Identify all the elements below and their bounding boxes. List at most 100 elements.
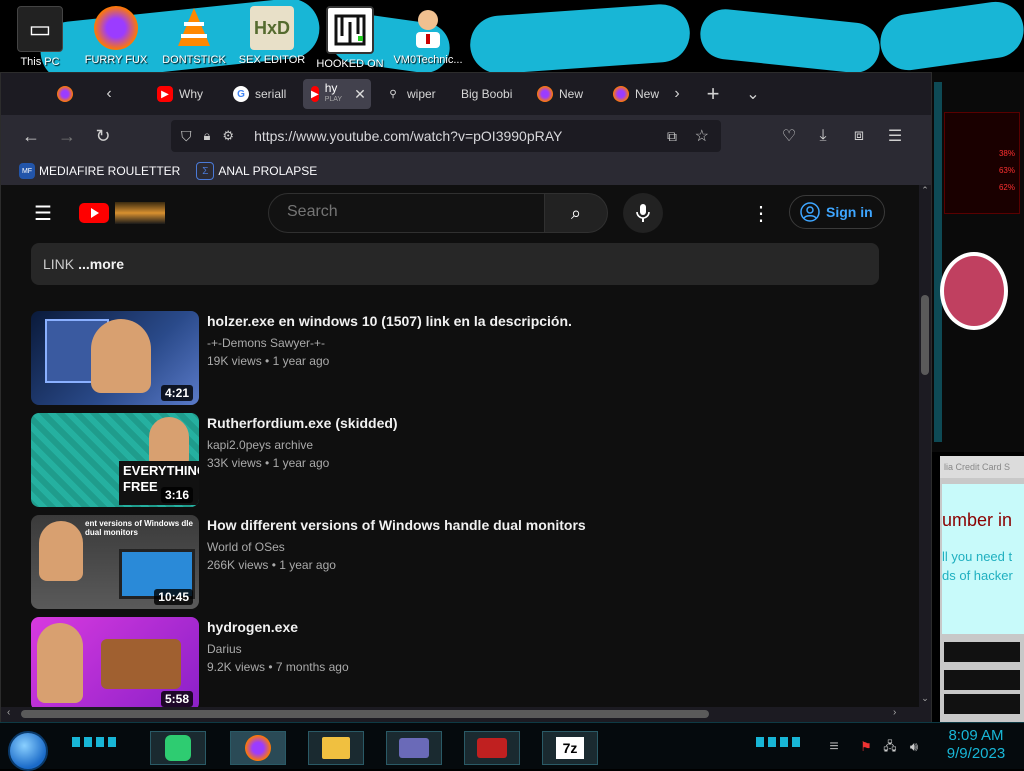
tab-active-youtube[interactable]: ▶ hy PLAY ✕: [303, 79, 371, 109]
video-title[interactable]: hydrogen.exe: [207, 619, 298, 635]
desktop-icon-this-pc[interactable]: ▭ This PC: [4, 6, 76, 68]
search-icon: ⌕: [570, 202, 582, 223]
background-window[interactable]: lia Credit Card S umber in ll you need t…: [940, 456, 1024, 722]
taskbar-app-7zip[interactable]: 7z: [542, 731, 598, 765]
desktop-icon-vm0technic[interactable]: VM0Technic...: [392, 6, 464, 66]
video-channel[interactable]: Darius: [207, 642, 242, 656]
tab-firefox[interactable]: [57, 79, 73, 109]
video-channel[interactable]: -+-Demons Sawyer-+-: [207, 336, 325, 350]
background-window-field[interactable]: [944, 670, 1020, 690]
video-title[interactable]: Rutherfordium.exe (skidded): [207, 415, 398, 431]
panel-rail: [934, 82, 942, 442]
video-list-item[interactable]: 4:21 holzer.exe en windows 10 (1507) lin…: [31, 311, 881, 407]
horizontal-scrollbar-thumb[interactable]: [21, 710, 709, 718]
tab-why[interactable]: ▶ Why: [157, 79, 203, 109]
taskbar-app-explorer[interactable]: [308, 731, 364, 765]
tab-close-icon[interactable]: ✕: [354, 86, 366, 103]
back-arrow-icon[interactable]: ←: [19, 124, 43, 148]
scroll-left-arrow-icon[interactable]: ‹: [7, 707, 17, 721]
tab-new-1[interactable]: New: [537, 79, 583, 109]
video-list-item[interactable]: ent versions of Windows dle dual monitor…: [31, 515, 881, 611]
search-input[interactable]: [285, 202, 529, 222]
start-button[interactable]: [8, 731, 48, 771]
guide-menu-icon[interactable]: ☰: [31, 201, 55, 225]
youtube-icon: ▶: [311, 86, 319, 102]
tab-wiper[interactable]: ⚲ wiper: [385, 79, 435, 109]
scroll-up-arrow-icon[interactable]: ⌃: [919, 185, 931, 197]
doodle-logo-icon[interactable]: [115, 202, 165, 224]
video-title[interactable]: How different versions of Windows handle…: [207, 517, 586, 533]
more-options-icon[interactable]: ⋮: [749, 201, 773, 225]
taskbar-app-card[interactable]: [386, 731, 442, 765]
video-list-item[interactable]: EVERYTHING FREE 3:16 Rutherfordium.exe (…: [31, 413, 881, 509]
video-thumbnail[interactable]: EVERYTHING FREE 3:16: [31, 413, 199, 507]
youtube-logo-icon[interactable]: [79, 203, 109, 223]
background-window-field[interactable]: [944, 694, 1020, 714]
tab-scroll-left-icon[interactable]: ‹: [99, 83, 119, 105]
video-thumbnail[interactable]: 5:58: [31, 617, 199, 707]
horizontal-scrollbar[interactable]: ‹ ›: [1, 707, 919, 721]
search-box[interactable]: [268, 193, 546, 233]
taskbar-app-firefox[interactable]: [230, 731, 286, 765]
google-icon: G: [233, 86, 249, 102]
tab-scroll-right-icon[interactable]: ›: [669, 83, 685, 105]
desktop-icon-hooked-on[interactable]: HOOKED ON: [314, 6, 386, 70]
mediafire-icon: MF: [19, 163, 35, 179]
video-duration: 4:21: [160, 385, 193, 401]
video-list-item[interactable]: 5:58 hydrogen.exe Darius 9.2K views • 7 …: [31, 617, 881, 707]
download-icon[interactable]: ⤓: [811, 124, 835, 148]
background-window-title: lia Credit Card S: [940, 456, 1024, 478]
lock-icon[interactable]: 🔒︎: [204, 128, 211, 144]
taskbar-app-media[interactable]: [464, 731, 520, 765]
search-button[interactable]: ⌕: [544, 193, 608, 233]
bookmark-anal[interactable]: Σ ANAL PROLAPSE: [196, 162, 317, 180]
show-more-link[interactable]: ...more: [78, 256, 124, 272]
voice-search-button[interactable]: [623, 193, 663, 233]
new-tab-icon[interactable]: +: [701, 81, 725, 107]
vertical-scrollbar-thumb[interactable]: [921, 295, 929, 375]
thumbnail-face: [149, 417, 189, 467]
video-thumbnail[interactable]: 4:21: [31, 311, 199, 405]
taskbar-app-notes[interactable]: [150, 731, 206, 765]
action-center-flag-icon[interactable]: ⚑: [858, 737, 874, 757]
bookmark-star-icon[interactable]: ☆: [695, 126, 709, 146]
video-thumbnail[interactable]: ent versions of Windows dle dual monitor…: [31, 515, 199, 609]
tab-list-chevron-down-icon[interactable]: ⌄: [741, 81, 765, 107]
tab-seriall[interactable]: G seriall: [233, 79, 286, 109]
menu-hamburger-icon[interactable]: ☰: [883, 124, 907, 148]
scroll-right-arrow-icon[interactable]: ›: [893, 707, 903, 721]
tray-menu-icon[interactable]: ≡: [824, 737, 844, 757]
video-meta: 9.2K views • 7 months ago: [207, 660, 349, 674]
desktop-icon-sex-editor[interactable]: HxD SEX EDITOR: [236, 6, 308, 66]
pocket-icon[interactable]: ♡: [777, 124, 801, 148]
url-text[interactable]: https://www.youtube.com/watch?v=pOI3990p…: [254, 128, 562, 144]
video-description-box[interactable]: LINK ...more: [31, 243, 879, 285]
url-bar[interactable]: ⛉ 🔒︎ ⚙ https://www.youtube.com/watch?v=p…: [171, 120, 721, 152]
media-app-icon: [477, 738, 507, 758]
scroll-down-arrow-icon[interactable]: ⌄: [919, 693, 931, 705]
thumbnail-object: [101, 639, 181, 689]
forward-arrow-icon[interactable]: →: [55, 124, 79, 148]
reload-icon[interactable]: ↻: [91, 124, 115, 148]
volume-icon[interactable]: 🔊︎: [904, 737, 924, 757]
video-channel[interactable]: kapi2.0peys archive: [207, 438, 313, 452]
extensions-icon[interactable]: ⧈: [847, 124, 871, 148]
picture-in-picture-icon[interactable]: ⧉: [667, 128, 677, 145]
video-title[interactable]: holzer.exe en windows 10 (1507) link en …: [207, 313, 572, 329]
network-icon[interactable]: 🖧︎: [880, 737, 900, 757]
bookmark-label: ANAL PROLAPSE: [218, 164, 318, 178]
desktop-icon-dontstick[interactable]: DONTSTICK: [158, 6, 230, 66]
desktop-icon-furry-fux[interactable]: FURRY FUX: [80, 6, 152, 66]
tab-new-2[interactable]: New: [613, 79, 659, 109]
shield-icon[interactable]: ⛉: [181, 128, 192, 145]
background-window-field[interactable]: [944, 642, 1020, 662]
permissions-icon[interactable]: ⚙: [222, 128, 234, 144]
microphone-icon: [636, 204, 650, 222]
vertical-scrollbar[interactable]: ⌃ ⌄: [919, 185, 931, 707]
tab-playing-label: PLAY: [324, 96, 343, 103]
clock[interactable]: 8:09 AM 9/9/2023: [934, 727, 1018, 763]
tab-big[interactable]: Big Boobi: [461, 79, 512, 109]
bookmark-mediafire[interactable]: MF MEDIAFIRE ROULETTER: [19, 163, 180, 179]
video-channel[interactable]: World of OSes: [207, 540, 285, 554]
sign-in-button[interactable]: Sign in: [789, 195, 885, 229]
